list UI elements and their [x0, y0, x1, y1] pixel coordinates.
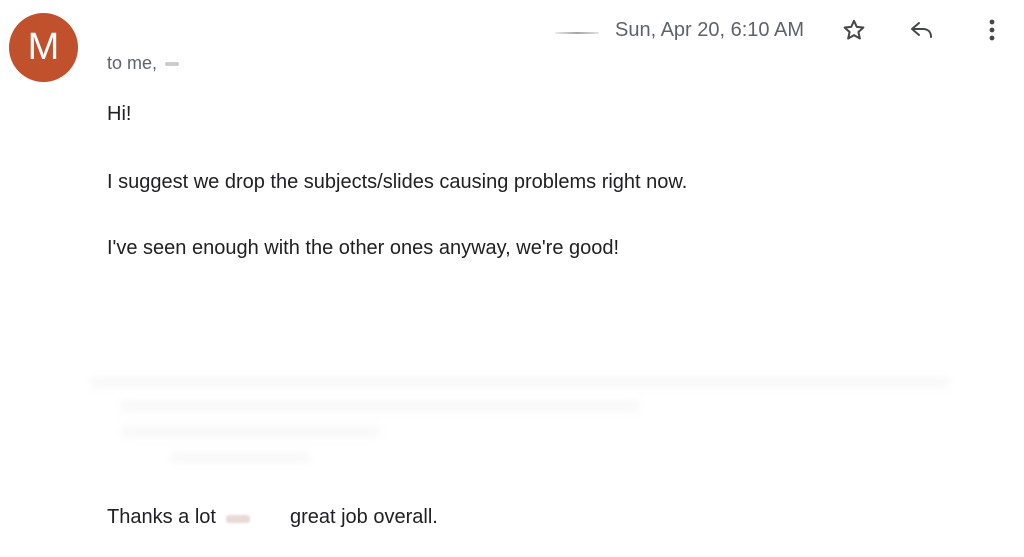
redacted-content-block	[90, 368, 970, 478]
avatar-initial: M	[27, 26, 60, 68]
message-greeting: Hi!	[107, 103, 132, 125]
message-paragraph-1: I suggest we drop the subjects/slides ca…	[107, 171, 688, 193]
more-options-button[interactable]	[978, 16, 1006, 44]
reply-button[interactable]	[908, 16, 936, 44]
star-icon	[843, 19, 865, 40]
recipients-line[interactable]: to me,	[107, 53, 253, 74]
to-label: to me,	[107, 53, 158, 73]
redacted-sender-address	[535, 24, 605, 36]
star-button[interactable]	[840, 16, 868, 44]
more-vertical-icon	[989, 19, 995, 41]
closing-prefix: Thanks a lot	[107, 506, 216, 528]
closing-suffix: great job overall.	[289, 506, 438, 528]
reply-icon	[911, 22, 932, 38]
redacted-recipient	[163, 56, 253, 72]
message-closing: Thanks a lot great job overall.	[107, 506, 438, 529]
message-date: Sun, Apr 20, 6:10 AM	[614, 18, 804, 41]
sender-avatar[interactable]: M	[9, 13, 78, 82]
redacted-name	[224, 509, 284, 527]
message-header-actions: Sun, Apr 20, 6:10 AM	[535, 16, 1006, 44]
message-paragraph-2: I've seen enough with the other ones any…	[107, 237, 620, 259]
